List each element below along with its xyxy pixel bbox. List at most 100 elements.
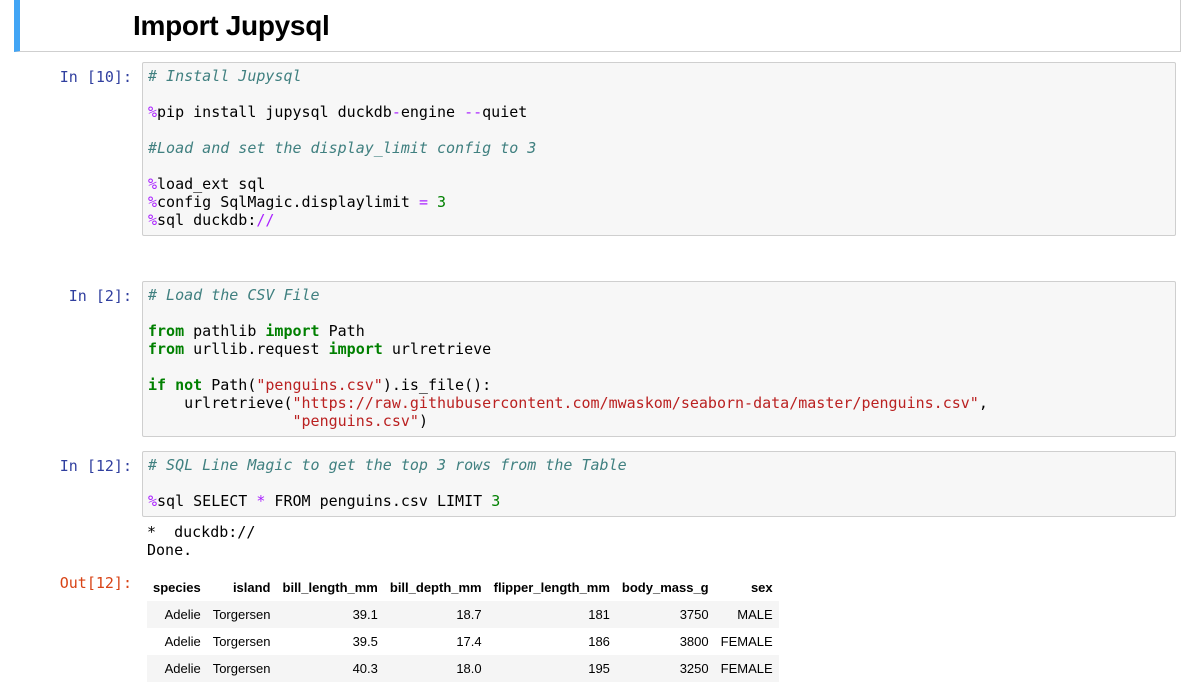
table-cell: 3800 (679, 634, 709, 649)
code-text: , (978, 394, 988, 412)
table-cell: 3250 (679, 661, 709, 676)
output-line: Done. (147, 541, 193, 559)
table-row: Adelie Torgersen 40.3 18.0 195 3250 FEMA… (147, 655, 779, 682)
column-header: island (232, 580, 271, 595)
table-cell: 195 (588, 661, 610, 676)
table-header-row: species island bill_length_mm bill_depth… (147, 574, 779, 601)
keyword: from (148, 340, 185, 358)
code-line: # Load the CSV File (148, 286, 1170, 304)
code-line: %sql duckdb:// (148, 211, 1170, 229)
code-line: from pathlib import Path (148, 322, 1170, 340)
result-table: species island bill_length_mm bill_depth… (147, 574, 779, 682)
code-line: %load_ext sql (148, 175, 1170, 193)
number-literal: 3 (491, 492, 501, 510)
table-cell: 39.5 (352, 634, 378, 649)
table-row: Adelie Torgersen 39.1 18.7 181 3750 MALE (147, 601, 779, 628)
table-cell: 181 (588, 607, 610, 622)
table-cell: 17.4 (456, 634, 482, 649)
magic-prefix: % (148, 211, 158, 229)
comment: # Install Jupysql (148, 67, 302, 85)
code-text: urllib.request (184, 340, 329, 358)
code-cell-2[interactable]: # Load the CSV File from pathlib import … (142, 281, 1176, 437)
code-text: urlretrieve( (148, 394, 293, 412)
code-line: %sql SELECT * FROM penguins.csv LIMIT 3 (148, 492, 1170, 510)
code-text: pip install jupysql duckdb (157, 103, 392, 121)
code-line: # Install Jupysql (148, 67, 1170, 85)
magic-prefix: % (148, 103, 158, 121)
magic-prefix: % (148, 193, 158, 211)
code-line: from urllib.request import urlretrieve (148, 340, 1170, 358)
code-line: urlretrieve("https://raw.githubuserconte… (148, 394, 1170, 412)
comment: # SQL Line Magic to get the top 3 rows f… (148, 456, 627, 474)
table-cell: 40.3 (352, 661, 378, 676)
operator: -- (464, 103, 483, 121)
code-text: engine (400, 103, 465, 121)
output-line: * duckdb:// (147, 523, 256, 541)
column-header: bill_depth_mm (389, 580, 482, 595)
column-header: bill_length_mm (282, 580, 378, 595)
code-line: %pip install jupysql duckdb-engine --qui… (148, 103, 1170, 121)
table-cell: FEMALE (720, 661, 773, 676)
cell-2-in-prompt: In [2]: (68, 287, 132, 305)
table-cell: Torgersen (212, 634, 271, 649)
table-cell: 39.1 (352, 607, 378, 622)
code-text: urlretrieve (382, 340, 492, 358)
operator: - (391, 103, 401, 121)
code-cell-3[interactable]: # SQL Line Magic to get the top 3 rows f… (142, 451, 1176, 517)
table-row: Adelie Torgersen 39.5 17.4 186 3800 FEMA… (147, 628, 779, 655)
string-literal: "penguins.csv" (292, 412, 419, 430)
column-header: body_mass_g (621, 580, 709, 595)
table-cell: Adelie (164, 607, 201, 622)
code-text: Path (319, 322, 365, 340)
column-header: sex (750, 580, 773, 595)
string-literal: "penguins.csv" (256, 376, 383, 394)
string-literal: "https://raw.githubusercontent.com/mwask… (292, 394, 979, 412)
number-literal: 3 (437, 193, 447, 211)
code-text: sql duckdb: (157, 211, 257, 229)
table-cell: MALE (737, 607, 773, 622)
code-text: FROM penguins.csv LIMIT (265, 492, 492, 510)
code-text: pathlib (184, 322, 266, 340)
code-text: ).is_file(): (382, 376, 492, 394)
keyword: from (148, 322, 185, 340)
cell-3-in-prompt: In [12]: (59, 457, 132, 475)
keyword: if (148, 376, 167, 394)
magic-prefix: % (148, 175, 158, 193)
table-cell: Adelie (164, 661, 201, 676)
code-cell-1[interactable]: # Install Jupysql %pip install jupysql d… (142, 62, 1176, 236)
code-text: load_ext sql (157, 175, 266, 193)
table-cell: 18.0 (456, 661, 482, 676)
column-header: species (153, 580, 201, 595)
code-text: Path( (202, 376, 257, 394)
cell-3-stdout: * duckdb:// Done. (147, 523, 255, 559)
keyword: import (328, 340, 383, 358)
code-line: if not Path("penguins.csv").is_file(): (148, 376, 1170, 394)
keyword: import (265, 322, 320, 340)
column-header: flipper_length_mm (493, 580, 610, 595)
operator: = (418, 193, 428, 211)
cell-1-in-prompt: In [10]: (59, 68, 132, 86)
code-line: "penguins.csv") (148, 412, 1170, 430)
table-cell: 18.7 (456, 607, 482, 622)
magic-prefix: % (148, 492, 158, 510)
notebook-heading: Import Jupysql (133, 10, 330, 41)
code-text: config SqlMagic.displaylimit (157, 193, 419, 211)
table-cell: 186 (588, 634, 610, 649)
cell-3-out-prompt: Out[12]: (59, 574, 132, 592)
table-cell: Torgersen (212, 607, 271, 622)
comment: #Load and set the display_limit config t… (148, 139, 537, 157)
code-line: # SQL Line Magic to get the top 3 rows f… (148, 456, 1170, 474)
table-cell: Adelie (164, 634, 201, 649)
code-text: sql SELECT (157, 492, 257, 510)
comment: # Load the CSV File (148, 286, 320, 304)
code-line: %config SqlMagic.displaylimit = 3 (148, 193, 1170, 211)
table-cell: FEMALE (720, 634, 773, 649)
code-text: quiet (482, 103, 528, 121)
code-line: #Load and set the display_limit config t… (148, 139, 1170, 157)
code-text: ) (418, 412, 428, 430)
keyword: not (175, 376, 203, 394)
table-cell: Torgersen (212, 661, 271, 676)
